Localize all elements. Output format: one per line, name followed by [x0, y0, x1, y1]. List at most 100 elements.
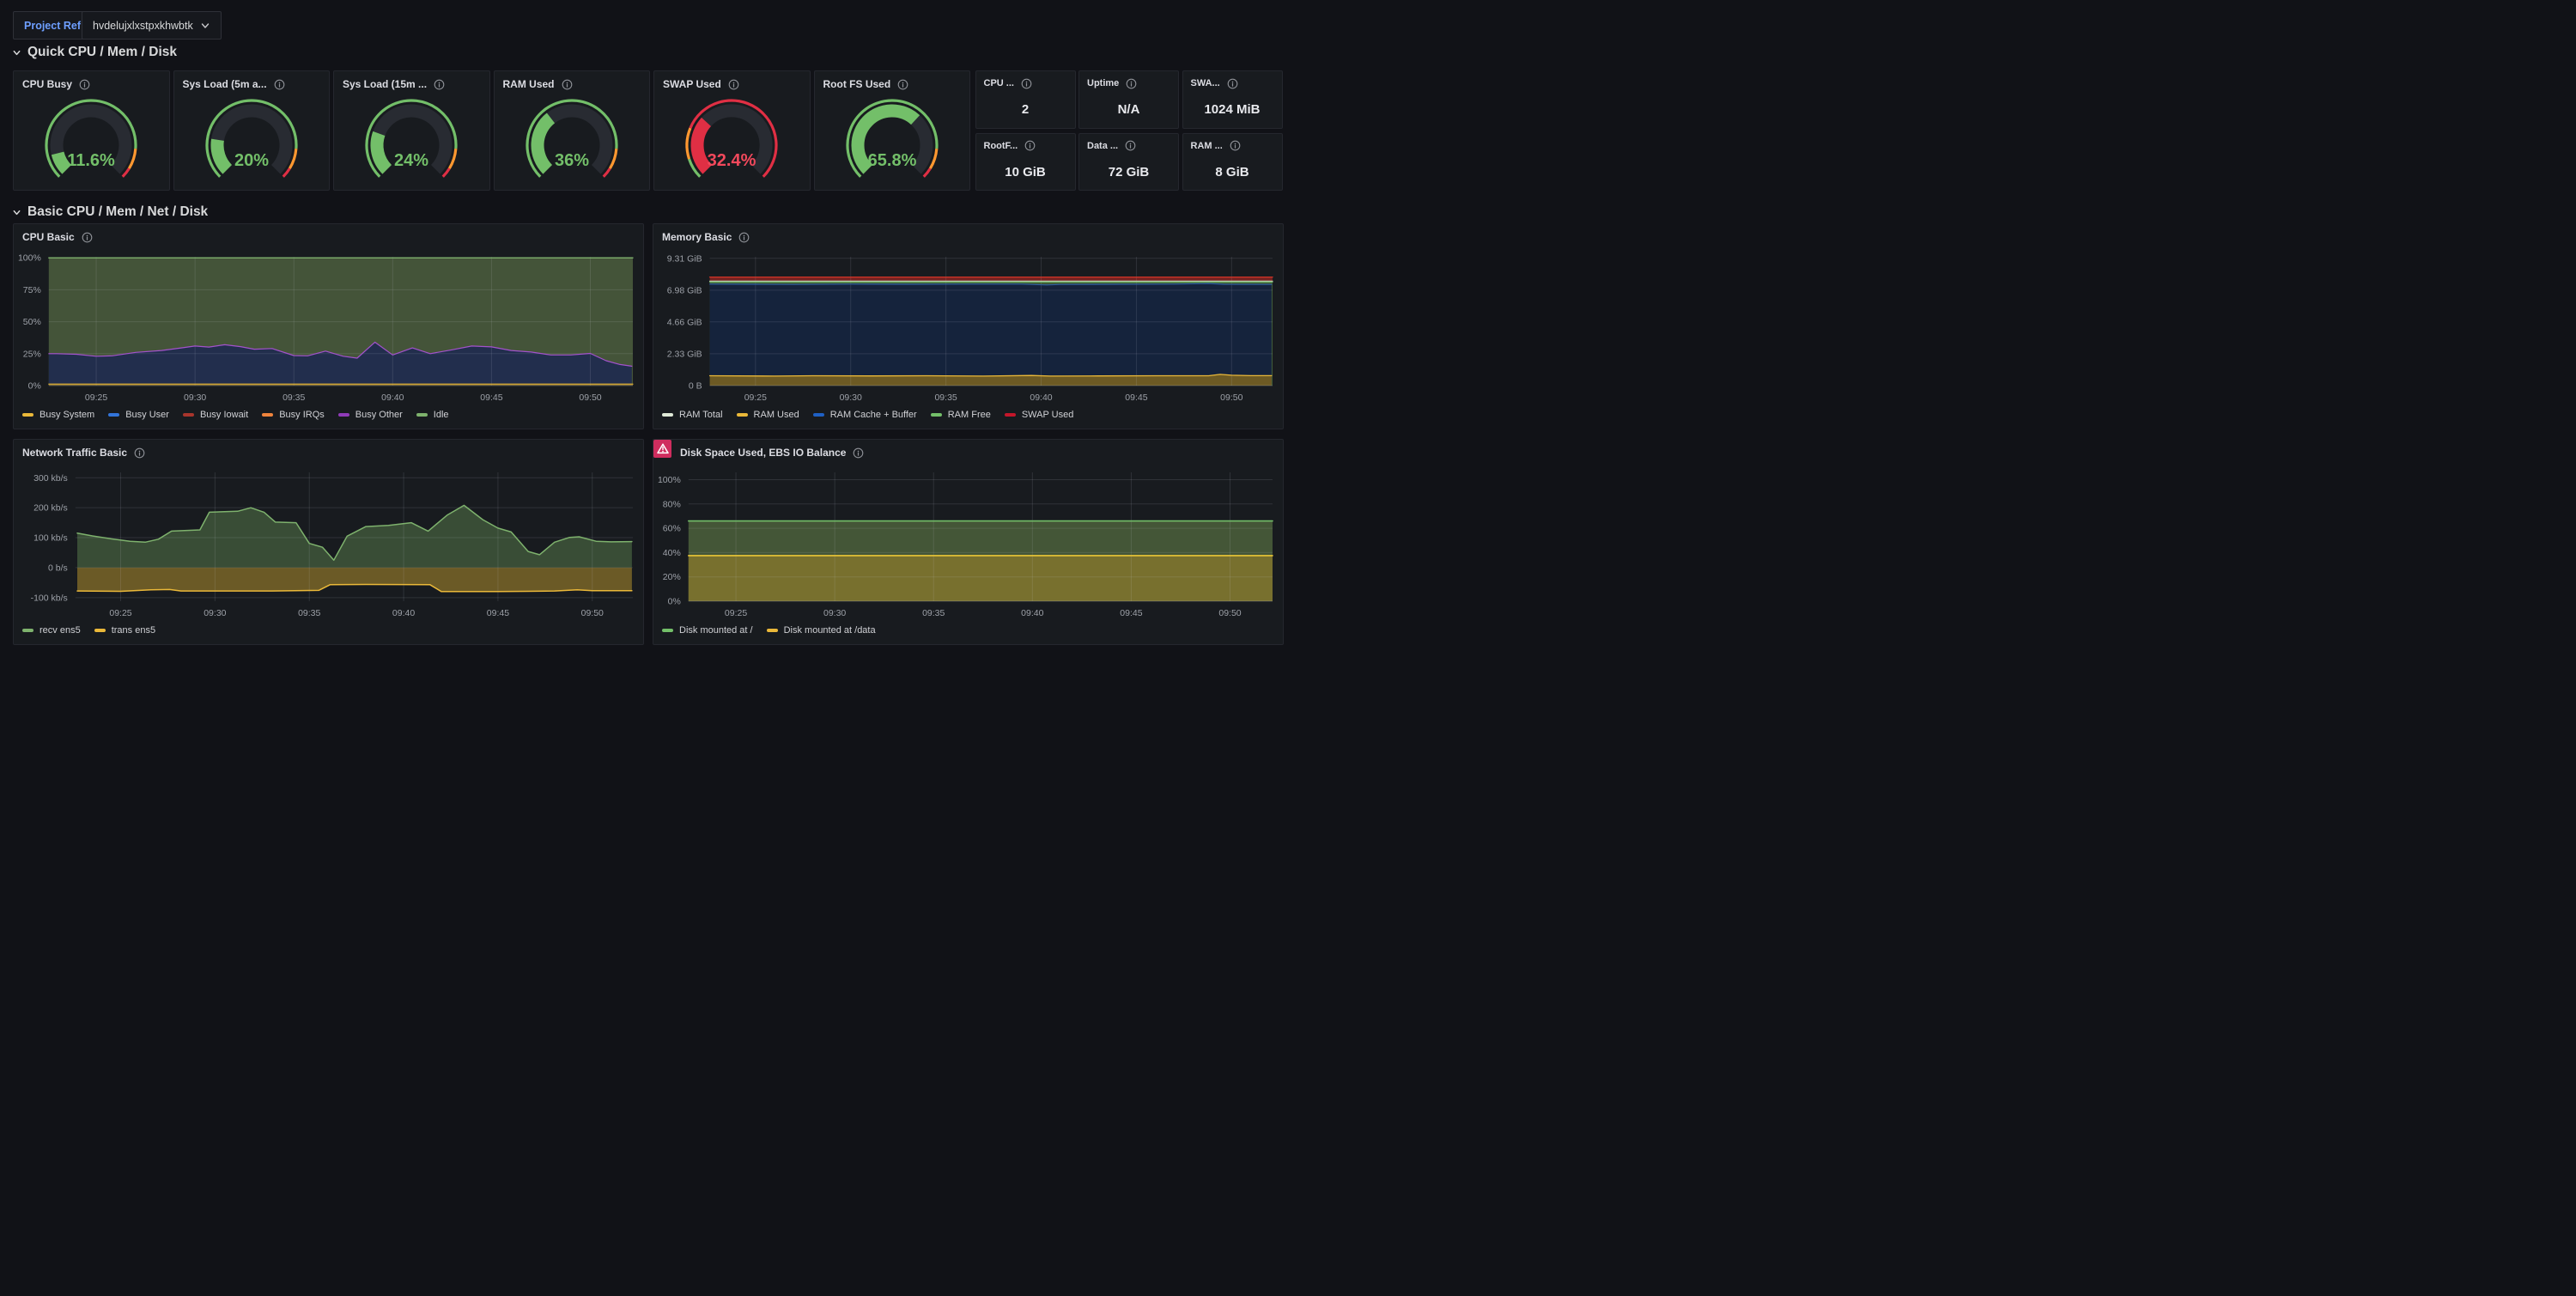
panel-title[interactable]: Sys Load (5m a... — [183, 78, 267, 90]
panel-title[interactable]: Disk Space Used, EBS IO Balance — [680, 447, 846, 459]
svg-text:09:50: 09:50 — [579, 392, 601, 403]
stat-value: 2 — [976, 102, 1075, 117]
info-icon[interactable] — [1126, 78, 1137, 89]
svg-text:09:30: 09:30 — [823, 608, 846, 618]
panel-title[interactable]: Memory Basic — [662, 231, 732, 243]
panel-title[interactable]: CPU Basic — [22, 231, 75, 243]
legend-label: Disk mounted at / — [679, 625, 753, 636]
legend-item-busy-irqs[interactable]: Busy IRQs — [262, 410, 325, 420]
section-quick-cpu-mem-disk[interactable]: Quick CPU / Mem / Disk — [12, 45, 177, 60]
legend: Busy System Busy User Busy Iowait Busy IRQs… — [22, 405, 638, 424]
svg-text:100%: 100% — [18, 253, 41, 264]
info-icon[interactable] — [738, 232, 750, 243]
legend-swatch — [813, 413, 824, 417]
legend-item-disk-mounted-at[interactable]: Disk mounted at / — [662, 625, 753, 636]
svg-text:09:25: 09:25 — [725, 608, 747, 618]
info-icon[interactable] — [79, 79, 90, 90]
panel-title[interactable]: Network Traffic Basic — [22, 447, 127, 459]
info-icon[interactable] — [1230, 140, 1241, 151]
info-icon[interactable] — [434, 79, 445, 90]
legend-item-busy-iowait[interactable]: Busy Iowait — [183, 410, 248, 420]
legend-item-trans-ens5[interactable]: trans ens5 — [94, 625, 155, 636]
legend-item-busy-system[interactable]: Busy System — [22, 410, 94, 420]
info-icon[interactable] — [1024, 140, 1036, 151]
gauge: 24% — [343, 94, 480, 185]
gauge: 65.8% — [823, 94, 961, 185]
svg-text:09:30: 09:30 — [204, 608, 226, 618]
gauge: 20% — [183, 94, 320, 185]
panel-title[interactable]: Data ... — [1087, 140, 1118, 152]
section-basic-cpu-mem-net-disk[interactable]: Basic CPU / Mem / Net / Disk — [12, 204, 208, 220]
svg-text:20%: 20% — [663, 572, 681, 582]
gauge-value: 65.8% — [867, 151, 916, 170]
panel-stat-cpu: CPU ... 2 — [975, 70, 1076, 129]
legend-label: Disk mounted at /data — [784, 625, 876, 636]
svg-text:09:45: 09:45 — [1120, 608, 1142, 618]
panel-stat-swa: SWA...1024 MiB — [1182, 70, 1283, 129]
section-title: Basic CPU / Mem / Net / Disk — [27, 204, 208, 220]
legend: RAM Total RAM Used RAM Cache + Buffer RAM F… — [662, 405, 1278, 424]
legend-item-ram-cache-buffer[interactable]: RAM Cache + Buffer — [813, 410, 917, 420]
panel-gauge-cpu-busy: CPU Busy 11.6% — [13, 70, 170, 191]
gauge-value: 32.4% — [708, 151, 756, 170]
panel-title[interactable]: SWAP Used — [663, 78, 721, 90]
legend-item-busy-user[interactable]: Busy User — [108, 410, 169, 420]
panel-title[interactable]: RootF... — [984, 140, 1018, 152]
panel-title[interactable]: Uptime — [1087, 77, 1119, 89]
variable-dropdown[interactable]: hvdelujxlxstpxkhwbtk — [82, 11, 222, 40]
legend-swatch — [22, 413, 33, 417]
svg-text:9.31 GiB: 9.31 GiB — [667, 253, 702, 264]
legend-swatch — [662, 413, 673, 417]
info-icon[interactable] — [562, 79, 573, 90]
panel-title[interactable]: CPU ... — [984, 77, 1014, 89]
svg-text:09:30: 09:30 — [184, 392, 206, 403]
chevron-down-icon — [12, 208, 21, 217]
panel-title[interactable]: CPU Busy — [22, 78, 72, 90]
info-icon[interactable] — [1021, 78, 1032, 89]
info-icon[interactable] — [82, 232, 93, 243]
gauge-value: 24% — [394, 151, 428, 170]
svg-text:100 kb/s: 100 kb/s — [33, 533, 68, 544]
svg-text:40%: 40% — [663, 548, 681, 558]
legend-item-disk-mounted-at-data[interactable]: Disk mounted at /data — [767, 625, 876, 636]
panel-title[interactable]: Root FS Used — [823, 78, 891, 90]
legend-swatch — [767, 629, 778, 632]
info-icon[interactable] — [728, 79, 739, 90]
info-icon[interactable] — [853, 447, 864, 459]
chevron-down-icon — [12, 48, 21, 58]
info-icon[interactable] — [1227, 78, 1238, 89]
panel-gauge-ram-used: RAM Used 36% — [494, 70, 651, 191]
panel-title[interactable]: SWA... — [1191, 77, 1220, 89]
gauge-value: 36% — [554, 151, 588, 170]
legend-label: recv ens5 — [39, 625, 81, 636]
legend-item-recv-ens5[interactable]: recv ens5 — [22, 625, 81, 636]
svg-text:09:50: 09:50 — [1220, 392, 1242, 403]
info-icon[interactable] — [274, 79, 285, 90]
info-icon[interactable] — [134, 447, 145, 459]
legend-item-busy-other[interactable]: Busy Other — [338, 410, 403, 420]
alert-icon[interactable] — [653, 440, 671, 458]
panel-title[interactable]: Sys Load (15m ... — [343, 78, 427, 90]
legend-item-swap-used[interactable]: SWAP Used — [1005, 410, 1074, 420]
svg-text:50%: 50% — [23, 317, 41, 327]
legend-label: Idle — [434, 410, 449, 420]
gauge: 36% — [503, 94, 641, 185]
chevron-down-icon — [200, 21, 210, 31]
svg-text:09:25: 09:25 — [109, 608, 131, 618]
legend-swatch — [931, 413, 942, 417]
info-icon[interactable] — [897, 79, 908, 90]
info-icon[interactable] — [1125, 140, 1136, 151]
panel-title[interactable]: RAM ... — [1191, 140, 1223, 152]
legend-item-ram-free[interactable]: RAM Free — [931, 410, 991, 420]
network-traffic-basic-chart: -100 kb/s0 b/s100 kb/s200 kb/s300 kb/s09… — [14, 440, 645, 646]
legend-swatch — [22, 629, 33, 632]
legend-item-ram-total[interactable]: RAM Total — [662, 410, 723, 420]
legend-label: RAM Used — [754, 410, 799, 420]
legend-item-idle[interactable]: Idle — [416, 410, 449, 420]
panel-title[interactable]: RAM Used — [503, 78, 555, 90]
stat-value: N/A — [1079, 102, 1178, 117]
svg-text:09:40: 09:40 — [1030, 392, 1052, 403]
svg-text:09:50: 09:50 — [581, 608, 604, 618]
legend-item-ram-used[interactable]: RAM Used — [737, 410, 799, 420]
gauge: 11.6% — [22, 94, 160, 185]
